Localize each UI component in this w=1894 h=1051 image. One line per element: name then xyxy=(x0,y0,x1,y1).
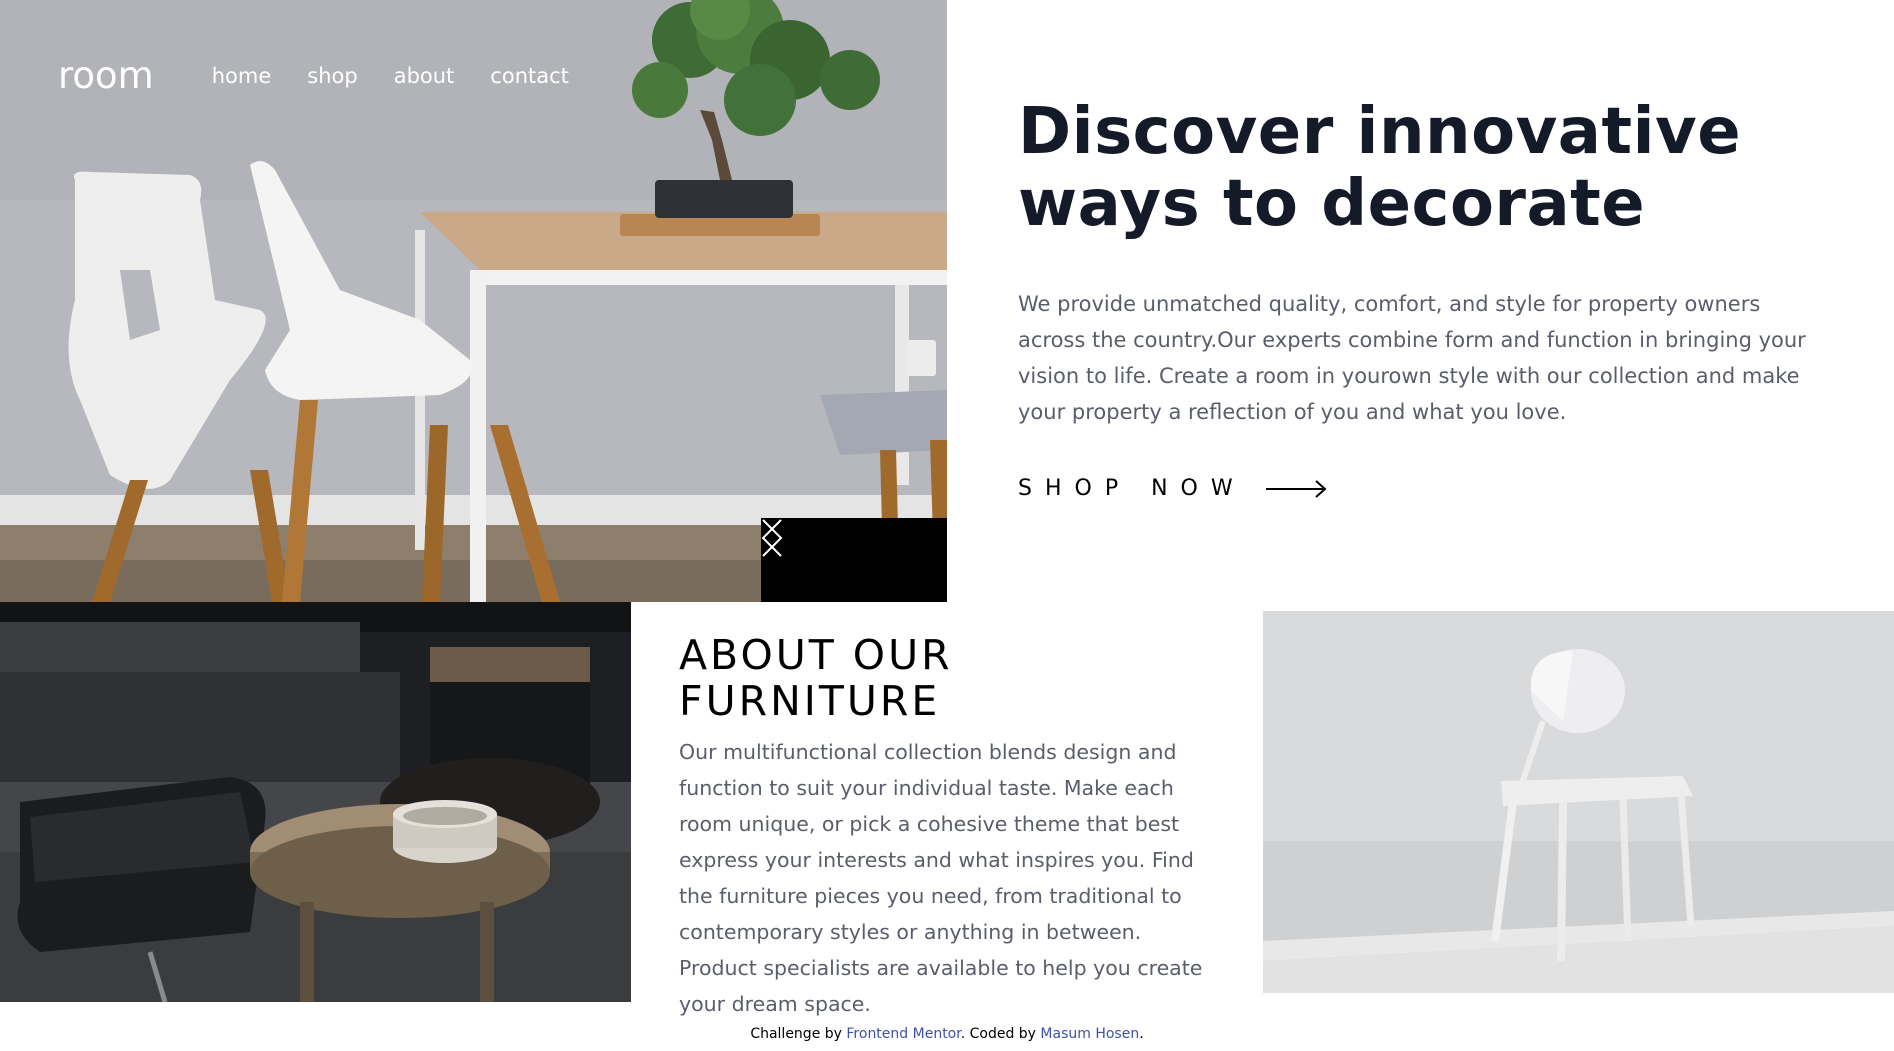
hero-section: Discover innovative ways to decorate We … xyxy=(1018,96,1828,501)
nav-link-about[interactable]: about xyxy=(394,52,455,100)
attribution-prefix: Challenge by xyxy=(750,1026,842,1042)
shop-now-label: SHOP NOW xyxy=(1018,476,1246,501)
about-section: ABOUT OUR FURNITURE Our multifunctional … xyxy=(679,632,1219,1022)
shop-now-button[interactable]: SHOP NOW xyxy=(1018,476,1828,501)
slider-controls xyxy=(761,518,947,602)
about-image-light xyxy=(1263,611,1894,993)
attribution-middle: . Coded by xyxy=(960,1026,1036,1042)
white-chair-photo xyxy=(1263,611,1894,993)
angle-right-icon xyxy=(762,519,783,557)
hero-description: We provide unmatched quality, comfort, a… xyxy=(1018,292,1806,424)
dark-furniture-photo xyxy=(0,602,631,1002)
frontend-mentor-link[interactable]: Frontend Mentor xyxy=(846,1026,960,1042)
slider-next-button[interactable] xyxy=(762,518,947,602)
about-image-dark xyxy=(0,602,631,1002)
attribution: Challenge by Frontend Mentor. Coded by M… xyxy=(0,1026,1894,1042)
about-title: ABOUT OUR FURNITURE xyxy=(679,631,953,725)
hero-title: Discover innovative ways to decorate xyxy=(1018,95,1742,241)
arrow-right-icon xyxy=(1265,479,1327,498)
attribution-suffix: . xyxy=(1139,1026,1144,1042)
nav-link-home[interactable]: home xyxy=(212,52,272,100)
about-description: Our multifunctional collection blends de… xyxy=(679,740,1203,1016)
hero-image: room home shop about contact xyxy=(0,0,947,602)
author-link[interactable]: Masum Hosen xyxy=(1040,1026,1139,1042)
logo[interactable]: room xyxy=(58,52,154,100)
main-nav: room home shop about contact xyxy=(58,52,605,100)
nav-link-contact[interactable]: contact xyxy=(490,52,569,100)
nav-link-shop[interactable]: shop xyxy=(307,52,357,100)
